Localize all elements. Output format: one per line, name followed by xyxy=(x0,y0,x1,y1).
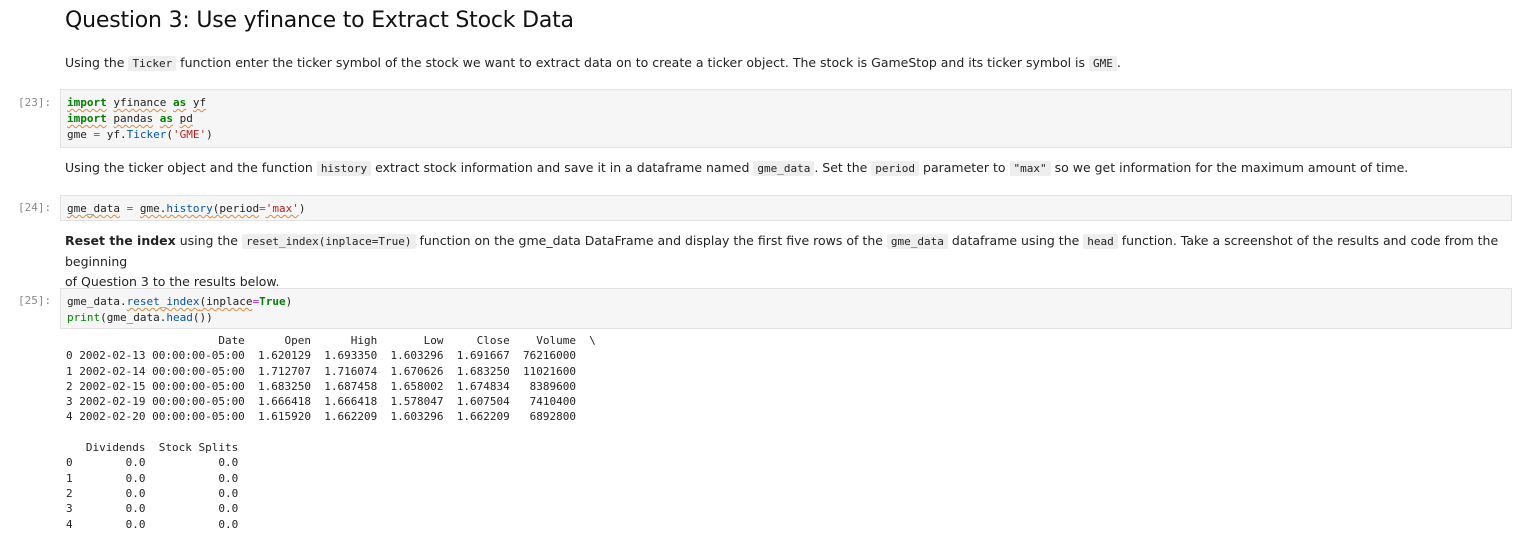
code-line: gme = yf.Ticker('GME') xyxy=(67,128,213,141)
inline-code-head: head xyxy=(1083,234,1118,249)
inline-code-gme-data: gme_data xyxy=(886,234,948,249)
markdown-cell-history[interactable]: Using the ticker object and the function… xyxy=(65,158,1505,179)
output-header: Date Open High Low Close Volume \ xyxy=(66,334,596,347)
inline-code-gme-data: gme_data xyxy=(753,161,815,176)
text: Using the xyxy=(65,55,129,70)
code-line: gme_data.reset_index(inplace=True) xyxy=(67,295,293,308)
inline-code-period: period xyxy=(871,161,920,176)
output-header: Dividends Stock Splits xyxy=(66,441,239,455)
cell-output-25: Date Open High Low Close Volume \ 0 2002-… xyxy=(66,333,596,532)
text: so we get information for the maximum am… xyxy=(1050,160,1409,175)
output-row: 2 0.0 0.0 xyxy=(66,486,239,500)
output-row: 4 0.0 0.0 xyxy=(66,517,239,531)
output-row: 2 2002-02-15 00:00:00-05:00 1.683250 1.6… xyxy=(66,379,576,393)
paragraph-line: Reset the index using the reset_index(in… xyxy=(65,231,1505,272)
text: function enter the ticker symbol of the … xyxy=(176,55,1090,70)
output-row: 3 0.0 0.0 xyxy=(66,502,239,516)
output-row: 4 2002-02-20 00:00:00-05:00 1.615920 1.6… xyxy=(66,410,576,424)
code-cell-23[interactable]: import yfinance as yf import pandas as p… xyxy=(60,89,1512,148)
text: extract stock information and save it in… xyxy=(371,160,754,175)
inline-code-max: "max" xyxy=(1009,161,1051,176)
text: Using the ticker object and the function xyxy=(65,160,317,175)
text: using the xyxy=(175,233,242,248)
output-blank xyxy=(66,425,596,440)
text: parameter to xyxy=(919,160,1010,175)
markdown-cell-reset-index[interactable]: Reset the index using the reset_index(in… xyxy=(65,231,1505,292)
code-line: import yfinance as yf xyxy=(67,96,207,109)
inline-code-ticker: Ticker xyxy=(128,56,177,71)
output-row: 0 2002-02-13 00:00:00-05:00 1.620129 1.6… xyxy=(66,349,576,363)
output-row: 1 0.0 0.0 xyxy=(66,471,239,485)
output-row: 1 2002-02-14 00:00:00-05:00 1.712707 1.7… xyxy=(66,364,576,378)
text: function on the gme_data DataFrame and d… xyxy=(415,233,887,248)
text: . Set the xyxy=(814,160,872,175)
cell-prompt-24: [24]: xyxy=(18,201,52,214)
output-row: 3 2002-02-19 00:00:00-05:00 1.666418 1.6… xyxy=(66,395,576,409)
output-row: 0 0.0 0.0 xyxy=(66,456,239,470)
code-line: print(gme_data.head()) xyxy=(67,311,213,324)
code-cell-25[interactable]: gme_data.reset_index(inplace=True) print… xyxy=(60,288,1512,329)
text: dataframe using the xyxy=(947,233,1084,248)
inline-code-history: history xyxy=(316,161,372,176)
cell-prompt-23: [23]: xyxy=(18,96,52,109)
markdown-cell-intro[interactable]: Using the Ticker function enter the tick… xyxy=(65,53,1505,74)
bold-text: Reset the index xyxy=(65,233,176,248)
code-cell-24[interactable]: gme_data = gme.history(period='max') xyxy=(60,195,1512,221)
code-line: import pandas as pd xyxy=(67,112,193,125)
inline-code-gme: GME xyxy=(1089,56,1117,71)
section-heading: Question 3: Use yfinance to Extract Stoc… xyxy=(65,8,574,33)
code-line: gme_data = gme.history(period='max') xyxy=(67,202,306,215)
inline-code-reset-index: reset_index(inplace=True) xyxy=(241,234,416,249)
text: . xyxy=(1116,55,1121,70)
cell-prompt-25: [25]: xyxy=(18,294,52,307)
